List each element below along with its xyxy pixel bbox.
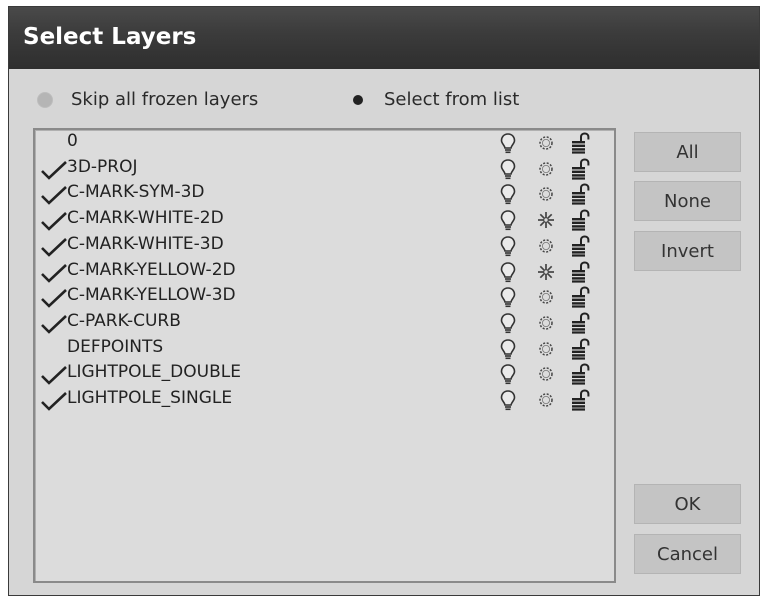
lightbulb-icon[interactable] xyxy=(497,363,519,385)
unlocked-padlock-icon[interactable] xyxy=(570,312,592,334)
unlocked-padlock-icon[interactable] xyxy=(570,260,592,283)
layer-row[interactable]: C-MARK-YELLOW-3D xyxy=(35,284,614,310)
layer-row[interactable]: C-MARK-WHITE-2D xyxy=(35,207,614,233)
sun-icon[interactable] xyxy=(535,183,557,205)
unlocked-padlock-icon[interactable] xyxy=(570,389,592,411)
sun-icon[interactable] xyxy=(535,363,557,385)
radio-button-unselected[interactable] xyxy=(37,91,53,108)
select-layers-dialog: Select Layers Skip all frozen layers Sel… xyxy=(8,6,760,596)
layer-name: C-MARK-WHITE-2D xyxy=(67,208,224,229)
layer-row[interactable]: LIGHTPOLE_SINGLE xyxy=(35,387,614,413)
unlocked-padlock-icon[interactable] xyxy=(570,209,592,231)
layer-row[interactable]: C-MARK-YELLOW-2D xyxy=(35,259,614,285)
ok-button[interactable]: OK xyxy=(634,484,741,524)
lightbulb-icon[interactable] xyxy=(497,338,519,360)
layer-row[interactable]: 3D-PROJ xyxy=(35,156,614,182)
lightbulb-icon[interactable] xyxy=(497,389,519,411)
layer-name: 3D-PROJ xyxy=(67,156,138,177)
lightbulb-icon[interactable] xyxy=(497,158,519,180)
layer-list[interactable]: 0 3D-PROJ C-MARK-SYM-3D C-MARK-WHITE-2D C-MA… xyxy=(33,128,616,583)
unlocked-padlock-icon[interactable] xyxy=(570,286,592,308)
all-button[interactable]: All xyxy=(634,132,741,172)
radio-skip-frozen[interactable]: Skip all frozen layers xyxy=(37,89,258,110)
layer-name: C-PARK-CURB xyxy=(67,310,181,331)
sun-icon[interactable] xyxy=(535,286,557,308)
layer-row[interactable]: C-MARK-SYM-3D xyxy=(35,181,614,207)
unlocked-padlock-icon[interactable] xyxy=(570,363,592,385)
radio-skip-frozen-label: Skip all frozen layers xyxy=(71,89,259,110)
layer-name: LIGHTPOLE_DOUBLE xyxy=(67,362,241,383)
unlocked-padlock-icon[interactable] xyxy=(570,338,592,360)
snowflake-icon[interactable] xyxy=(535,261,557,283)
unlocked-padlock-icon[interactable] xyxy=(570,183,592,205)
unlocked-padlock-icon[interactable] xyxy=(570,158,592,180)
radio-select-from-list-label: Select from list xyxy=(384,89,520,110)
lightbulb-icon[interactable] xyxy=(497,183,519,205)
unlocked-padlock-icon[interactable] xyxy=(570,132,592,154)
checkmark-icon[interactable] xyxy=(39,365,69,386)
checkmark-icon[interactable] xyxy=(39,160,69,180)
layer-name: LIGHTPOLE_SINGLE xyxy=(67,388,233,408)
layer-name: DEFPOINTS xyxy=(67,336,164,357)
lightbulb-icon[interactable] xyxy=(497,209,519,231)
layer-row[interactable]: DEFPOINTS xyxy=(35,336,614,362)
checkmark-icon[interactable] xyxy=(39,185,69,206)
layer-row[interactable]: LIGHTPOLE_DOUBLE xyxy=(35,361,614,387)
lightbulb-icon[interactable] xyxy=(497,286,519,308)
checkmark-icon[interactable] xyxy=(39,237,69,257)
none-button[interactable]: None xyxy=(634,181,741,221)
sun-icon[interactable] xyxy=(535,338,557,360)
checkmark-icon[interactable] xyxy=(39,211,69,231)
snowflake-icon[interactable] xyxy=(535,209,557,231)
radio-button-selected[interactable] xyxy=(350,91,366,108)
invert-button[interactable]: Invert xyxy=(634,231,741,271)
cancel-button[interactable]: Cancel xyxy=(634,534,741,574)
layer-row[interactable]: 0 xyxy=(35,130,614,156)
radio-select-from-list[interactable]: Select from list xyxy=(350,89,519,110)
layer-name: C-MARK-WHITE-3D xyxy=(67,233,224,254)
dialog-title: Select Layers xyxy=(23,24,197,50)
sun-icon[interactable] xyxy=(535,312,557,334)
title-bar[interactable]: Select Layers xyxy=(9,7,759,69)
lightbulb-icon[interactable] xyxy=(497,312,519,334)
layer-row[interactable]: C-PARK-CURB xyxy=(35,310,614,336)
sun-icon[interactable] xyxy=(535,158,557,180)
layer-name: 0 xyxy=(67,131,78,151)
sun-icon[interactable] xyxy=(535,132,557,154)
checkmark-icon[interactable] xyxy=(39,391,69,411)
lightbulb-icon[interactable] xyxy=(497,261,519,283)
checkmark-icon[interactable] xyxy=(39,263,69,283)
unlocked-padlock-icon[interactable] xyxy=(570,235,592,257)
checkmark-icon[interactable] xyxy=(39,314,69,334)
layer-row[interactable]: C-MARK-WHITE-3D xyxy=(35,233,614,259)
checkmark-icon[interactable] xyxy=(39,288,69,308)
layer-name: C-MARK-YELLOW-2D xyxy=(67,259,236,280)
sun-icon[interactable] xyxy=(535,235,557,257)
sun-icon[interactable] xyxy=(535,389,557,411)
layer-name: C-MARK-YELLOW-3D xyxy=(67,285,236,306)
layer-name: C-MARK-SYM-3D xyxy=(67,182,205,203)
lightbulb-icon[interactable] xyxy=(497,132,519,154)
lightbulb-icon[interactable] xyxy=(497,235,519,257)
